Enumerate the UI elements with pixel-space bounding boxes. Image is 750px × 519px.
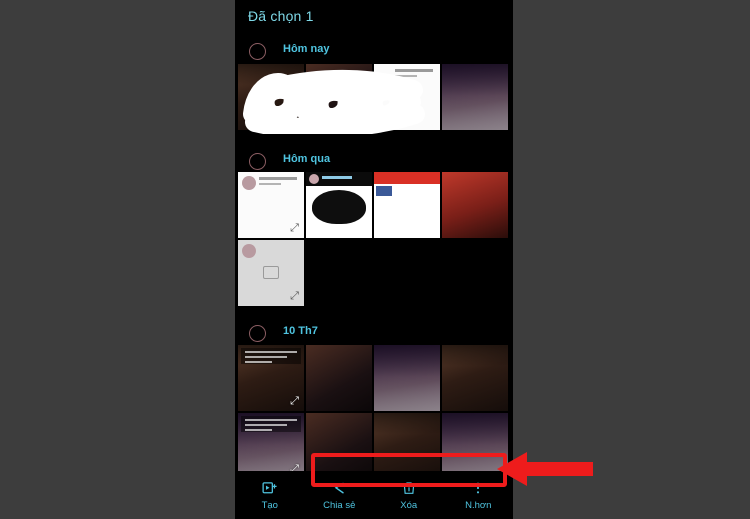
thumbnail-shape [312,190,366,224]
trash-icon [400,479,418,497]
thumbnail-shape [376,186,392,196]
thumbnail-caption-band [241,348,301,364]
thumbnail-text-line [395,69,433,72]
photo-thumbnail[interactable] [374,345,440,411]
section-select-circle[interactable] [249,153,266,170]
photo-grid-today [235,64,513,130]
thumbnail-text-line [259,183,281,185]
photo-thumbnail[interactable]: ⤢ [238,172,304,238]
toolbar-label-share: Chia sẻ [323,500,356,511]
share-icon [330,479,348,497]
photo-thumbnail[interactable] [374,172,440,238]
toolbar-button-delete[interactable]: Xóa [374,471,444,519]
expand-icon: ⤢ [290,395,299,407]
image-placeholder-icon [263,266,279,279]
section-select-circle[interactable] [249,325,266,342]
date-section-header: Hôm qua [235,150,513,174]
photo-thumbnail[interactable] [442,64,508,130]
photo-grid-jul10: ⤢ ⤢ [235,345,513,479]
photo-thumbnail[interactable] [306,172,372,238]
photo-thumbnail[interactable] [306,413,372,479]
toolbar-button-create[interactable]: Tạo [235,471,305,519]
photo-thumbnail[interactable] [306,64,372,130]
phone-screen: Đã chọn 1 Hôm nay Hôm qua ⤢ ⤢ 10 Th7 ⤢ ⤢… [235,0,513,519]
thumbnail-header-band [374,172,440,184]
photo-thumbnail[interactable] [374,64,440,130]
toolbar-button-share[interactable]: Chia sẻ [305,471,375,519]
section-select-circle[interactable] [249,43,266,60]
photo-thumbnail[interactable]: ⤢ [238,345,304,411]
photo-thumbnail[interactable]: ⤢ [238,240,304,306]
bottom-toolbar: Tạo Chia sẻ Xóa N.hơn [235,471,513,519]
arrow-annotation [497,452,593,486]
screenshot-canvas: Đã chọn 1 Hôm nay Hôm qua ⤢ ⤢ 10 Th7 ⤢ ⤢… [0,0,750,519]
expand-icon: ⤢ [290,290,299,302]
thumbnail-caption-band [241,416,301,432]
create-icon [261,479,279,497]
thumbnail-text-line [322,176,352,179]
expand-icon: ⤢ [290,222,299,234]
thumbnail-text-line [395,75,417,77]
date-section-header: 10 Th7 [235,322,513,346]
date-section-header: Hôm nay [235,40,513,64]
avatar [242,244,256,258]
avatar [309,174,319,184]
photo-thumbnail[interactable] [442,172,508,238]
photo-thumbnail[interactable] [442,345,508,411]
section-date-label: 10 Th7 [283,325,318,337]
page-title: Đã chọn 1 [248,8,314,24]
photo-thumbnail[interactable] [374,413,440,479]
photo-thumbnail[interactable] [238,64,304,130]
toolbar-label-create: Tạo [261,500,278,511]
section-date-label: Hôm nay [283,43,330,55]
thumbnail-text-line [259,177,297,180]
section-date-label: Hôm qua [283,153,331,165]
avatar [242,176,256,190]
photo-grid-yesterday: ⤢ ⤢ [235,172,513,306]
photo-thumbnail[interactable] [306,345,372,411]
toolbar-label-more: N.hơn [465,500,492,511]
toolbar-label-delete: Xóa [400,500,418,511]
photo-thumbnail[interactable]: ⤢ [238,413,304,479]
more-vertical-icon [469,479,487,497]
